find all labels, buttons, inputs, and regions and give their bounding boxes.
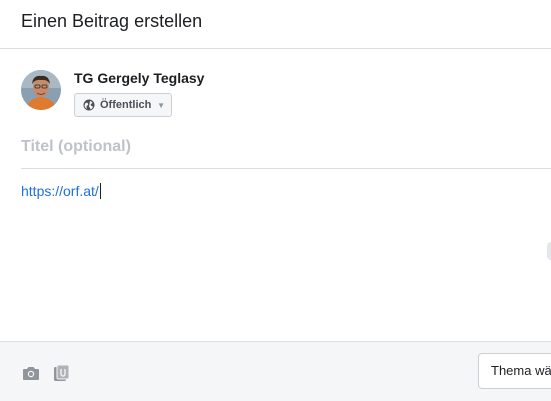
dialog-header: Einen Beitrag erstellen	[0, 0, 551, 49]
attachment-icon[interactable]	[53, 364, 71, 382]
post-body-editor[interactable]: https://orf.at/	[21, 183, 541, 313]
composer-footer	[0, 341, 551, 401]
title-divider	[21, 168, 551, 169]
avatar[interactable]	[21, 70, 61, 110]
caret-down-icon: ▼	[157, 100, 165, 110]
side-panel-handle[interactable]	[547, 242, 551, 260]
audience-selector-button[interactable]: Öffentlich ▼	[74, 93, 172, 117]
choose-topic-button[interactable]: Thema wä	[478, 353, 551, 389]
body-link-text: https://orf.at/	[21, 183, 99, 199]
audience-label: Öffentlich	[100, 99, 152, 111]
globe-icon	[83, 99, 95, 111]
dialog-title: Einen Beitrag erstellen	[21, 11, 203, 31]
text-cursor	[99, 183, 101, 199]
camera-icon[interactable]	[22, 364, 40, 382]
author-name: TG Gergely Teglasy	[74, 70, 205, 86]
post-title-input[interactable]	[21, 134, 541, 160]
